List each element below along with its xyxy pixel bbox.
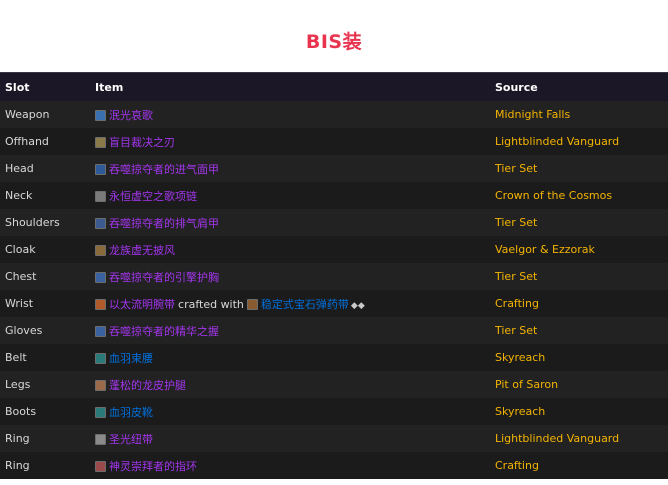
table-row: Gloves 吞噬掠夺者的精华之握 Tier Set xyxy=(0,317,668,344)
slot-cell: Shoulders xyxy=(0,209,91,236)
source-cell: Pit of Saron xyxy=(489,371,668,398)
table-row: Cloak 龙族虚无披风 Vaelgor & Ezzorak xyxy=(0,236,668,263)
source-cell: Lightblinded Vanguard xyxy=(489,425,668,452)
slot-cell: Gloves xyxy=(0,317,91,344)
reagent-link[interactable]: 稳定式宝石弹药带 xyxy=(261,298,349,311)
slot-cell: Ring xyxy=(0,452,91,479)
table-row: Legs 蓬松的龙皮护腿 Pit of Saron xyxy=(0,371,668,398)
item-link[interactable]: 以太流明腕带 xyxy=(109,298,175,311)
item-link[interactable]: 吞噬掠夺者的引擎护胸 xyxy=(109,271,219,284)
table-row: Weapon 泯光哀歌 Midnight Falls xyxy=(0,101,668,128)
item-link[interactable]: 泯光哀歌 xyxy=(109,109,153,122)
belt-icon xyxy=(95,352,107,364)
source-cell: Tier Set xyxy=(489,155,668,182)
source-cell: Skyreach xyxy=(489,344,668,371)
source-cell: Crafting xyxy=(489,452,668,479)
table-body: Weapon 泯光哀歌 Midnight Falls Offhand 盲目裁决之刃 Lig… xyxy=(0,101,668,479)
slot-cell: Chest xyxy=(0,263,91,290)
source-cell: Lightblinded Vanguard xyxy=(489,128,668,155)
source-cell: Crafting xyxy=(489,290,668,317)
ammo-belt-icon xyxy=(246,298,258,310)
source-cell: Tier Set xyxy=(489,209,668,236)
gem-icons: ◆◆ xyxy=(350,300,365,311)
item-cell: 以太流明腕带 crafted with 稳定式宝石弹药带 ◆◆ xyxy=(90,290,490,317)
bis-table: Slot Item Source Weapon 泯光哀歌 Midnight Fall… xyxy=(0,72,668,479)
table-row: Belt 血羽束腰 Skyreach xyxy=(0,344,668,371)
item-cell: 吞噬掠夺者的排气肩甲 xyxy=(90,209,490,236)
table-row: Head 吞噬掠夺者的进气面甲 Tier Set xyxy=(0,155,668,182)
ring-icon xyxy=(95,433,107,445)
item-cell: 蓬松的龙皮护腿 xyxy=(90,371,490,398)
crafted-with-text: crafted with xyxy=(178,297,244,311)
slot-cell: Belt xyxy=(0,344,91,371)
item-cell: 永恒虚空之歌项链 xyxy=(90,182,490,209)
bracer-icon xyxy=(95,298,107,310)
source-cell: Vaelgor & Ezzorak xyxy=(489,236,668,263)
item-cell: 吞噬掠夺者的精华之握 xyxy=(90,317,490,344)
header-item: Item xyxy=(90,72,490,101)
boots-icon xyxy=(95,406,107,418)
source-cell: Crown of the Cosmos xyxy=(489,182,668,209)
necklace-icon xyxy=(95,190,107,202)
table-row: Ring 神灵崇拜者的指环 Crafting xyxy=(0,452,668,479)
item-link[interactable]: 神灵崇拜者的指环 xyxy=(109,460,197,473)
chest-icon xyxy=(95,271,107,283)
item-link[interactable]: 吞噬掠夺者的进气面甲 xyxy=(109,163,219,176)
ring-icon xyxy=(95,460,107,472)
source-cell: Tier Set xyxy=(489,317,668,344)
slot-cell: Ring xyxy=(0,425,91,452)
header-source: Source xyxy=(489,72,668,101)
slot-cell: Weapon xyxy=(0,101,91,128)
slot-cell: Head xyxy=(0,155,91,182)
table-row: Ring 圣光纽带 Lightblinded Vanguard xyxy=(0,425,668,452)
table-row: Shoulders 吞噬掠夺者的排气肩甲 Tier Set xyxy=(0,209,668,236)
item-link[interactable]: 血羽束腰 xyxy=(109,352,153,365)
item-cell: 泯光哀歌 xyxy=(90,101,490,128)
header-slot: Slot xyxy=(0,72,91,101)
item-link[interactable]: 龙族虚无披风 xyxy=(109,244,175,257)
item-link[interactable]: 吞噬掠夺者的精华之握 xyxy=(109,325,219,338)
staff-icon xyxy=(95,109,107,121)
item-cell: 圣光纽带 xyxy=(90,425,490,452)
slot-cell: Cloak xyxy=(0,236,91,263)
item-cell: 龙族虚无披风 xyxy=(90,236,490,263)
helm-icon xyxy=(95,163,107,175)
item-link[interactable]: 吞噬掠夺者的排气肩甲 xyxy=(109,217,219,230)
source-cell: Skyreach xyxy=(489,398,668,425)
dagger-icon xyxy=(95,136,107,148)
item-link[interactable]: 盲目裁决之刃 xyxy=(109,136,175,149)
slot-cell: Boots xyxy=(0,398,91,425)
table-row: Wrist 以太流明腕带 crafted with 稳定式宝石弹药带 ◆◆ Craftin… xyxy=(0,290,668,317)
table-row: Boots 血羽皮靴 Skyreach xyxy=(0,398,668,425)
table-row: Neck 永恒虚空之歌项链 Crown of the Cosmos xyxy=(0,182,668,209)
cloak-icon xyxy=(95,244,107,256)
item-cell: 吞噬掠夺者的引擎护胸 xyxy=(90,263,490,290)
item-cell: 血羽束腰 xyxy=(90,344,490,371)
source-cell: Tier Set xyxy=(489,263,668,290)
slot-cell: Neck xyxy=(0,182,91,209)
item-link[interactable]: 蓬松的龙皮护腿 xyxy=(109,379,186,392)
slot-cell: Offhand xyxy=(0,128,91,155)
item-link[interactable]: 血羽皮靴 xyxy=(109,406,153,419)
shoulder-icon xyxy=(95,217,107,229)
source-cell: Midnight Falls xyxy=(489,101,668,128)
item-cell: 吞噬掠夺者的进气面甲 xyxy=(90,155,490,182)
item-link[interactable]: 圣光纽带 xyxy=(109,433,153,446)
table-row: Chest 吞噬掠夺者的引擎护胸 Tier Set xyxy=(0,263,668,290)
item-cell: 血羽皮靴 xyxy=(90,398,490,425)
item-cell: 盲目裁决之刃 xyxy=(90,128,490,155)
item-cell: 神灵崇拜者的指环 xyxy=(90,452,490,479)
table-header: Slot Item Source xyxy=(0,72,668,101)
gloves-icon xyxy=(95,325,107,337)
header-row: Slot Item Source xyxy=(0,72,668,101)
table-row: Offhand 盲目裁决之刃 Lightblinded Vanguard xyxy=(0,128,668,155)
legs-icon xyxy=(95,379,107,391)
slot-cell: Wrist xyxy=(0,290,91,317)
page-title: BIS装 xyxy=(305,31,363,53)
slot-cell: Legs xyxy=(0,371,91,398)
item-link[interactable]: 永恒虚空之歌项链 xyxy=(109,190,197,203)
